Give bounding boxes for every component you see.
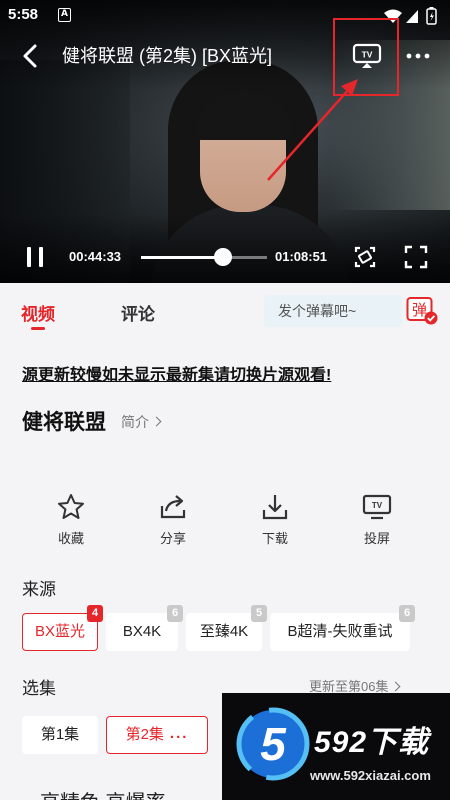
episode-label: 第2集 xyxy=(125,726,164,743)
source-notice: 源更新较慢如未显示最新集请切换片源观看! xyxy=(22,367,332,384)
intro-link[interactable]: 简介 xyxy=(121,412,162,432)
source-badge: 5 xyxy=(251,605,267,622)
share-icon xyxy=(160,495,186,519)
source-badge: 6 xyxy=(167,605,183,622)
notification-icon: A xyxy=(58,8,71,22)
source-label: BX蓝光 xyxy=(34,623,85,640)
update-note-label: 更新至第06集 xyxy=(309,679,389,694)
source-badge: 4 xyxy=(87,605,103,622)
share-label: 分享 xyxy=(159,531,186,546)
watermark-logo-icon: 5 xyxy=(236,707,310,781)
episode-chip-1[interactable]: 第1集 xyxy=(22,716,98,754)
source-chip-bx4k[interactable]: BX4K 6 xyxy=(106,605,183,651)
annotation-highlight-box xyxy=(333,18,399,96)
total-time: 01:08:51 xyxy=(275,249,328,264)
download-label: 下载 xyxy=(261,531,288,546)
chevron-right-icon xyxy=(151,416,162,427)
episode-more-icon: ... xyxy=(169,725,189,742)
source-badge: 6 xyxy=(399,605,415,622)
show-title: 健将联盟 xyxy=(22,411,106,434)
chevron-right-icon xyxy=(391,681,401,692)
danmaku-toggle-icon[interactable]: 弹 xyxy=(406,296,438,326)
site-watermark: 5 592下载 www.592xiazai.com xyxy=(222,693,450,800)
pause-icon[interactable] xyxy=(24,245,46,269)
star-icon xyxy=(58,494,84,519)
cast-button[interactable]: TV 投屏 xyxy=(342,492,412,547)
danmaku-input[interactable]: 发个弹幕吧~ xyxy=(264,295,402,327)
source-label: B超清-失败重试 xyxy=(287,623,393,640)
tab-comments[interactable]: 评论 xyxy=(121,300,155,325)
sources-title: 来源 xyxy=(22,580,56,599)
tab-video[interactable]: 视频 xyxy=(21,300,55,325)
share-button[interactable]: 分享 xyxy=(138,492,208,547)
progress-fill xyxy=(141,256,223,259)
watermark-url: www.592xiazai.com xyxy=(310,768,431,783)
download-button[interactable]: 下载 xyxy=(240,492,310,547)
episodes-title: 选集 xyxy=(22,679,56,698)
cast-label: 投屏 xyxy=(363,531,390,546)
episode-chip-2[interactable]: 第2集... xyxy=(106,716,208,754)
screen-rotate-icon[interactable] xyxy=(352,244,378,270)
more-options-icon[interactable] xyxy=(404,44,432,68)
watermark-name: 592下载 xyxy=(314,726,430,759)
status-time: 5:58 xyxy=(8,6,39,23)
active-tab-indicator xyxy=(31,327,45,330)
source-label: BX4K xyxy=(122,623,162,640)
source-chip-hd[interactable]: B超清-失败重试 6 xyxy=(270,605,415,651)
cast-tv-icon: TV xyxy=(362,494,392,520)
favorite-button[interactable]: 收藏 xyxy=(36,492,106,547)
favorite-label: 收藏 xyxy=(57,531,84,546)
source-chip-bx-bluray[interactable]: BX蓝光 4 xyxy=(22,605,103,651)
source-chip-4k[interactable]: 至臻4K 5 xyxy=(186,605,267,651)
tag-row-partial: 高精色 高爆率 xyxy=(40,786,166,800)
source-label: 至臻4K xyxy=(199,623,249,640)
video-title: 健将联盟 (第2集) [BX蓝光] xyxy=(62,46,273,66)
fullscreen-icon[interactable] xyxy=(404,245,428,269)
download-icon xyxy=(262,495,288,520)
video-player[interactable]: 5:58 A 健将联盟 (第2集) [BX蓝光] TV 00:44:33 01:… xyxy=(0,0,450,283)
progress-bar[interactable] xyxy=(141,248,267,266)
back-arrow-icon[interactable] xyxy=(18,43,44,69)
current-time: 00:44:33 xyxy=(69,249,122,264)
intro-label: 简介 xyxy=(121,414,149,430)
content-tabs: 视频 评论 发个弹幕吧~ 弹 xyxy=(0,283,450,341)
svg-text:TV: TV xyxy=(372,501,383,510)
svg-text:5: 5 xyxy=(260,718,287,770)
episode-label: 第1集 xyxy=(40,726,80,743)
signal-icon xyxy=(406,10,418,23)
progress-handle[interactable] xyxy=(213,248,232,266)
